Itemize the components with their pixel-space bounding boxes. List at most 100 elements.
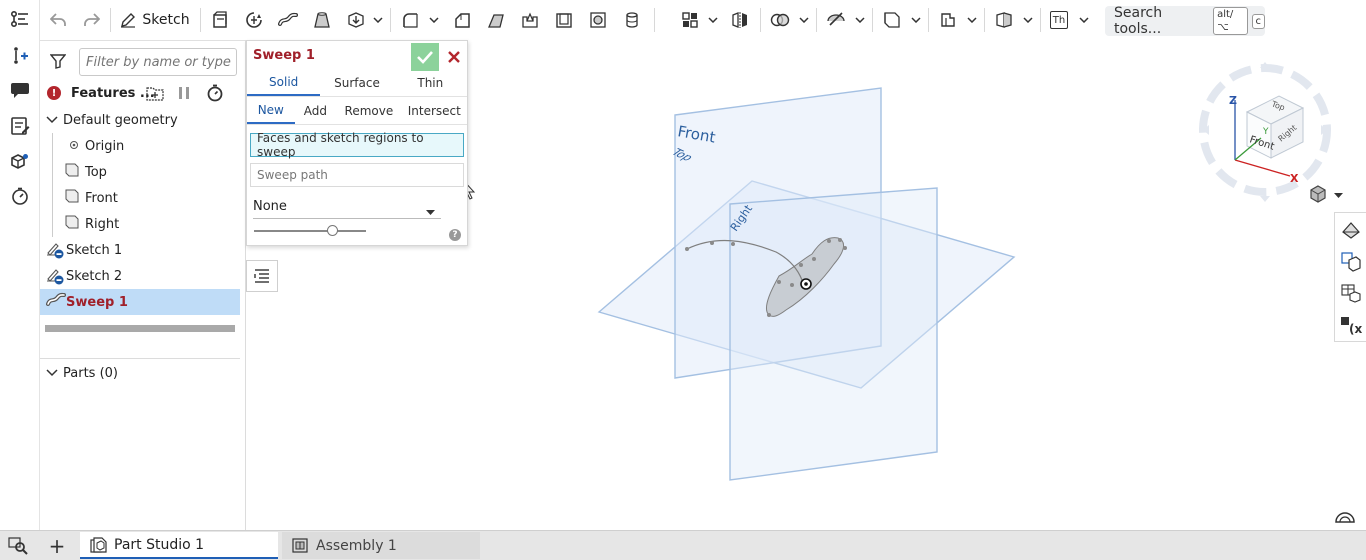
- boolean-icon[interactable]: [768, 8, 792, 32]
- chevron-down-icon[interactable]: [46, 113, 58, 128]
- tab-solid[interactable]: Solid: [247, 69, 321, 96]
- sketch-point[interactable]: [685, 247, 689, 251]
- feature-list-icon[interactable]: [8, 8, 32, 32]
- chevron-down-icon[interactable]: [428, 12, 440, 28]
- sheet-metal-icon[interactable]: [936, 8, 960, 32]
- sketch-button[interactable]: Sketch: [116, 8, 194, 32]
- appearance-icon[interactable]: [1338, 217, 1364, 243]
- tab-remove[interactable]: Remove: [336, 97, 401, 124]
- sketch-point[interactable]: [838, 238, 842, 242]
- accept-button[interactable]: [411, 43, 439, 71]
- filter-icon[interactable]: [49, 53, 68, 71]
- tab-thin[interactable]: Thin: [394, 69, 467, 96]
- revolve-icon[interactable]: [242, 8, 266, 32]
- tree-item-sketch-1[interactable]: Sketch 1: [40, 237, 240, 263]
- shell-icon[interactable]: [552, 8, 576, 32]
- right-plane[interactable]: [729, 187, 938, 481]
- performance-timer-icon[interactable]: [8, 184, 32, 208]
- chevron-down-icon[interactable]: [966, 12, 978, 28]
- help-icon[interactable]: ?: [449, 229, 461, 241]
- redo-icon[interactable]: [82, 8, 102, 32]
- notes-icon[interactable]: [8, 114, 32, 138]
- configurations-icon[interactable]: [1338, 249, 1364, 275]
- slider[interactable]: [254, 225, 444, 237]
- tree-item-sketch-2[interactable]: Sketch 2: [40, 263, 240, 289]
- search-tabs-icon[interactable]: [8, 537, 30, 557]
- arrow-down-icon[interactable]: [1260, 196, 1270, 202]
- default-geometry-folder[interactable]: Default geometry: [40, 107, 240, 133]
- tab-new[interactable]: New: [247, 97, 295, 124]
- chevron-down-icon[interactable]: [46, 366, 58, 381]
- search-tools-button[interactable]: Search tools... alt/⌥ c: [1105, 5, 1265, 37]
- surface-icon[interactable]: [992, 8, 1016, 32]
- variable-table-icon[interactable]: [1338, 281, 1364, 307]
- fillet-icon[interactable]: [398, 8, 422, 32]
- chevron-down-icon[interactable]: [372, 12, 384, 28]
- tree-item-right[interactable]: Right: [40, 211, 240, 237]
- sweep-path-field[interactable]: Sweep path: [250, 163, 464, 187]
- sketch-point[interactable]: [843, 246, 847, 250]
- draft-icon[interactable]: [484, 8, 508, 32]
- stopwatch-icon[interactable]: [206, 84, 224, 106]
- sweep-icon[interactable]: [276, 8, 300, 32]
- sketch-point[interactable]: [710, 241, 714, 245]
- mass-properties-icon[interactable]: [8, 150, 32, 174]
- pause-icon[interactable]: [178, 86, 190, 104]
- pattern-icon[interactable]: [678, 8, 702, 32]
- tree-item-front[interactable]: Front: [40, 185, 240, 211]
- rollback-bar[interactable]: [45, 325, 235, 332]
- chevron-down-icon[interactable]: [798, 12, 810, 28]
- sketch-point[interactable]: [827, 239, 831, 243]
- add-tab-button[interactable]: +: [44, 534, 70, 558]
- insert-variable-icon[interactable]: [8, 44, 32, 68]
- plane-icon[interactable]: [880, 8, 904, 32]
- chamfer-icon[interactable]: [450, 8, 474, 32]
- tree-item-top[interactable]: Top: [40, 159, 240, 185]
- profile-control-select[interactable]: None: [253, 195, 441, 219]
- tree-item-sweep-1[interactable]: Sweep 1: [40, 289, 240, 315]
- chevron-down-icon[interactable]: [707, 12, 719, 28]
- gauge-icon[interactable]: [1334, 508, 1358, 526]
- hole-icon[interactable]: [586, 8, 610, 32]
- cancel-button[interactable]: [443, 45, 465, 69]
- extrude-icon[interactable]: [208, 8, 232, 32]
- chevron-down-icon[interactable]: [1078, 12, 1090, 28]
- loft-icon[interactable]: [310, 8, 334, 32]
- sketch-point[interactable]: [767, 313, 771, 317]
- tree-item-origin[interactable]: Origin: [40, 133, 240, 159]
- tab-add[interactable]: Add: [295, 97, 337, 124]
- cylinder-icon[interactable]: [620, 8, 644, 32]
- chevron-down-icon[interactable]: [1022, 12, 1034, 28]
- chevron-down-icon[interactable]: [854, 12, 866, 28]
- text-tool-icon[interactable]: Th: [1048, 8, 1070, 32]
- tab-surface[interactable]: Surface: [320, 69, 393, 96]
- feature-list-toggle[interactable]: [246, 260, 278, 292]
- thicken-icon[interactable]: [344, 8, 368, 32]
- faces-selection-field[interactable]: Faces and sketch regions to sweep: [250, 131, 464, 159]
- sketch-point[interactable]: [777, 280, 781, 284]
- undo-icon[interactable]: [48, 8, 68, 32]
- sketch-point[interactable]: [790, 283, 794, 287]
- chevron-down-icon[interactable]: [910, 12, 922, 28]
- origin-marker[interactable]: [800, 278, 812, 290]
- comment-icon[interactable]: [8, 78, 32, 102]
- add-folder-icon[interactable]: [146, 85, 164, 105]
- sketch-point[interactable]: [812, 257, 816, 261]
- custom-features-icon[interactable]: (x): [1338, 313, 1364, 339]
- x-axis: [1234, 159, 1291, 177]
- search-tools-label: Search tools...: [1114, 5, 1163, 37]
- parts-label: Parts (0): [63, 365, 118, 381]
- rib-icon[interactable]: [518, 8, 542, 32]
- parts-folder[interactable]: Parts (0): [40, 360, 240, 386]
- text-tool-label: Th: [1050, 11, 1068, 29]
- sketch-point[interactable]: [731, 242, 735, 246]
- tab-part-studio-1[interactable]: Part Studio 1: [80, 532, 278, 559]
- filter-input[interactable]: [79, 48, 237, 76]
- view-mode-dropdown[interactable]: [1308, 182, 1348, 206]
- split-icon[interactable]: [824, 8, 848, 32]
- tab-intersect[interactable]: Intersect: [402, 97, 467, 124]
- sketch-point[interactable]: [799, 263, 803, 267]
- tab-assembly-1[interactable]: Assembly 1: [282, 532, 480, 559]
- slider-handle[interactable]: [327, 225, 338, 236]
- mirror-icon[interactable]: [728, 8, 752, 32]
